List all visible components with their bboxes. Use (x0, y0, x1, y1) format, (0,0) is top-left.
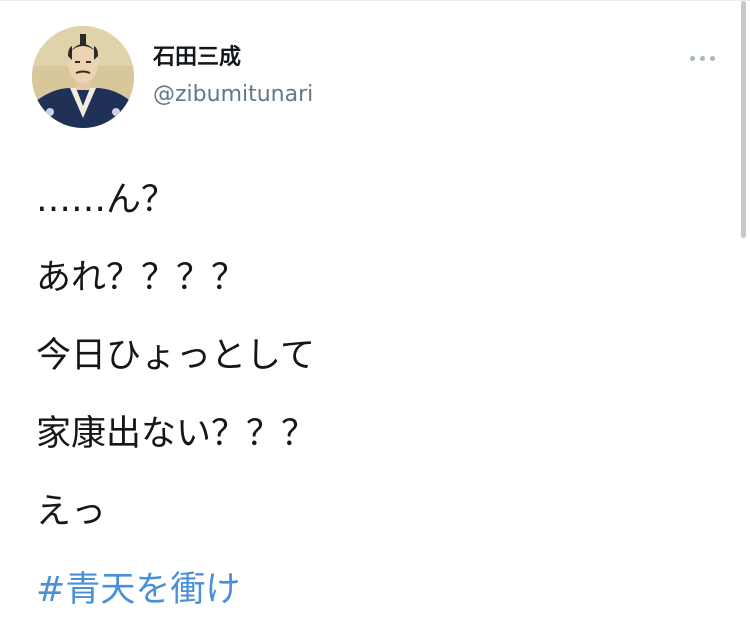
author-display-name[interactable]: 石田三成 (153, 44, 241, 72)
hashtag-link[interactable]: #青天を衝け (36, 569, 240, 611)
tweet-line: 今日ひょっとして (36, 336, 315, 376)
tweet-line: えっ (36, 492, 107, 532)
author-avatar[interactable] (32, 26, 134, 128)
tweet-text: ……ん？ あれ？？？？ 今日ひょっとして 家康出ない？？？ えっ #青天を衝け (36, 179, 726, 611)
more-options-button[interactable] (684, 45, 720, 71)
tweet-line: あれ？？？？ (36, 258, 247, 298)
tweet-card: 石田三成 @zibumitunari ……ん？ あれ？？？？ 今日ひょっとして … (0, 0, 750, 643)
author-handle[interactable]: @zibumitunari (153, 81, 313, 109)
samurai-portrait-icon (32, 26, 134, 128)
tweet-line: 家康出ない？？？ (36, 414, 317, 454)
more-options-icon (689, 55, 715, 61)
tweet-line: ……ん？ (36, 180, 177, 220)
scrollbar[interactable] (741, 1, 746, 238)
